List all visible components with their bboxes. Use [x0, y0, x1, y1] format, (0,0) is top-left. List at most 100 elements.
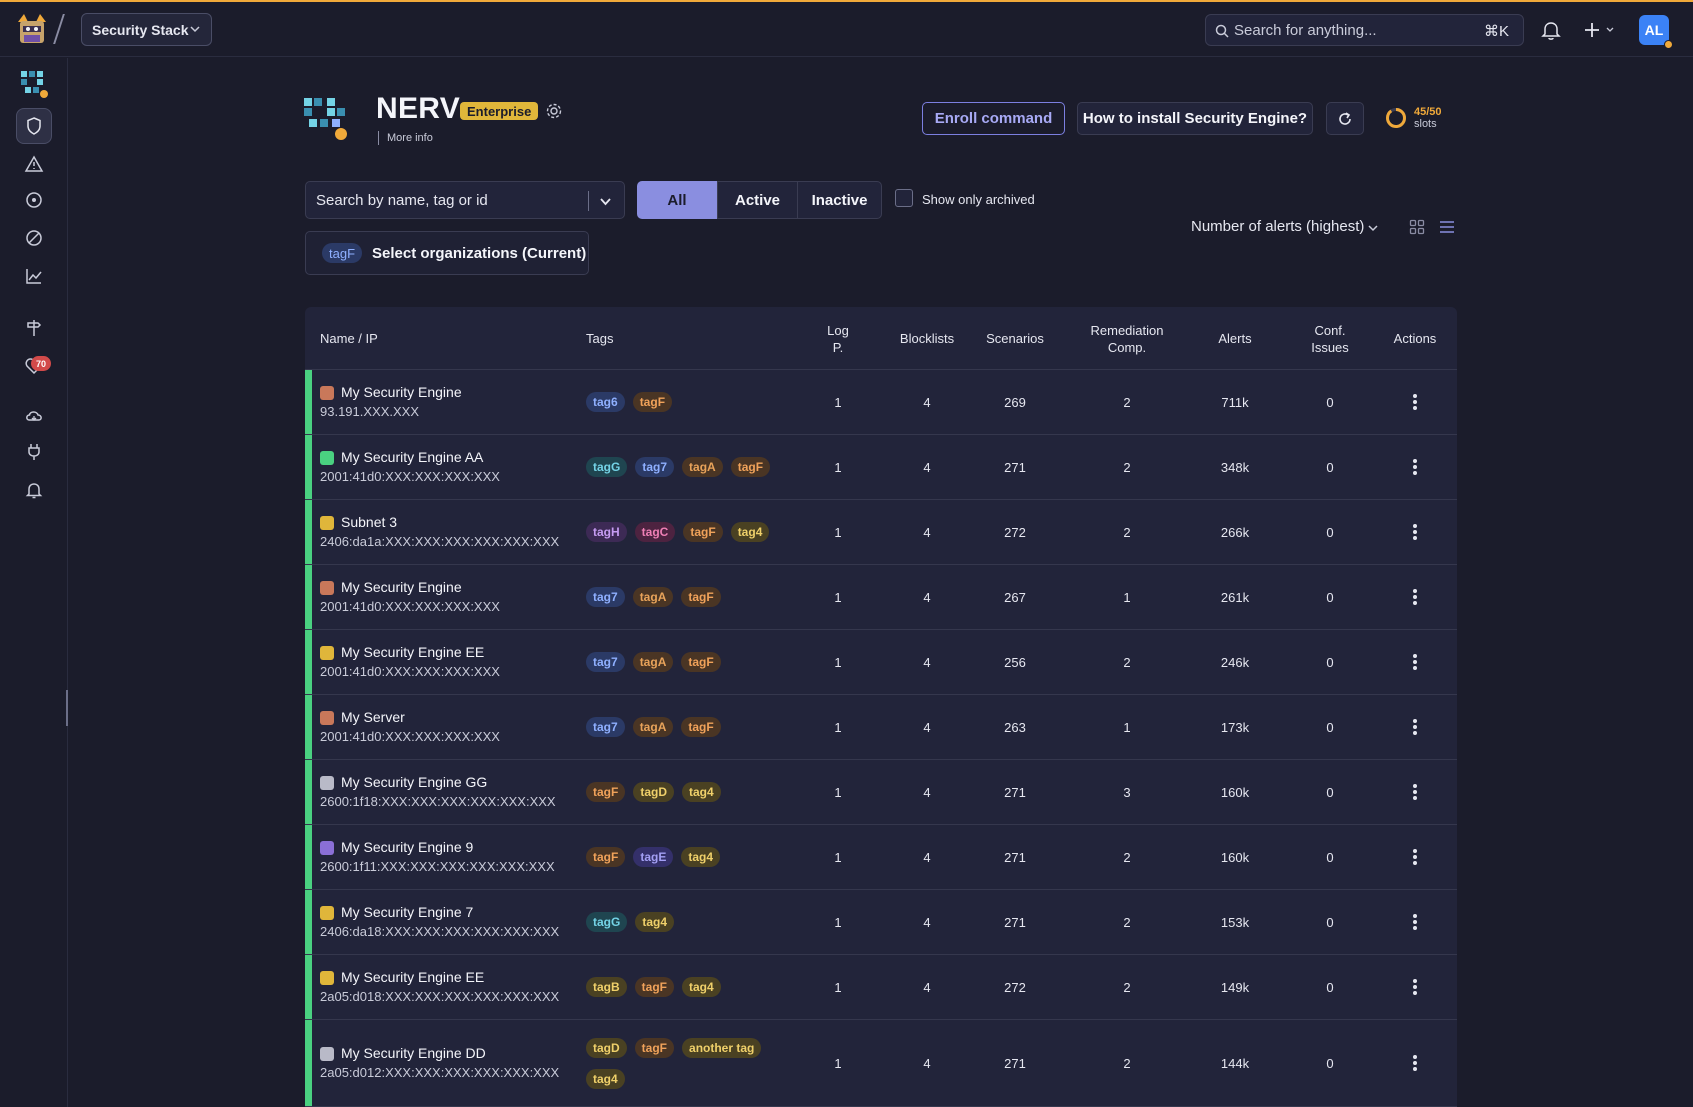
crowdsec-logo-icon[interactable]	[16, 12, 48, 46]
table-row[interactable]: My Security Engine DD 2a05:d012:XXX:XXX:X…	[305, 1020, 1457, 1107]
more-vertical-icon[interactable]	[1413, 719, 1417, 735]
table-row[interactable]: My Server 2001:41d0:XXX:XXX:XXX:XXX tag7 ta…	[305, 695, 1457, 760]
show-archived-checkbox[interactable]	[895, 189, 913, 207]
tag-badge[interactable]: tagD	[633, 782, 675, 802]
more-vertical-icon[interactable]	[1413, 914, 1417, 930]
more-info-link[interactable]: More info	[378, 131, 433, 145]
tag-badge[interactable]: tag7	[635, 457, 675, 477]
sidebar-item-routing[interactable]	[16, 310, 52, 346]
stack-selector[interactable]: Security Stack	[81, 13, 212, 46]
tag-badge[interactable]: tag7	[586, 587, 625, 607]
tag-badge[interactable]: tagB	[586, 977, 627, 997]
table-row[interactable]: My Security Engine 2001:41d0:XXX:XXX:XXX:…	[305, 565, 1457, 630]
bell-icon[interactable]	[1540, 19, 1562, 41]
tag-badge[interactable]: tagG	[586, 457, 628, 477]
tag-badge[interactable]: tagF	[632, 392, 673, 412]
more-vertical-icon[interactable]	[1413, 979, 1417, 995]
filter-active-button[interactable]: Active	[717, 181, 798, 219]
engine-name-cell[interactable]: Subnet 3 2406:da1a:XXX:XXX:XXX:XXX:XXX:XX…	[320, 500, 559, 564]
install-guide-button[interactable]: How to install Security Engine?	[1077, 102, 1313, 135]
table-row[interactable]: My Security Engine EE 2a05:d018:XXX:XXX:X…	[305, 955, 1457, 1020]
tag-badge[interactable]: tagC	[634, 522, 676, 542]
sidebar-resize-handle[interactable]	[66, 690, 68, 726]
list-view-icon[interactable]	[1439, 219, 1455, 235]
engine-name-cell[interactable]: My Server 2001:41d0:XXX:XXX:XXX:XXX	[320, 695, 500, 759]
tag-badge[interactable]: tag4	[682, 782, 721, 802]
tag-badge[interactable]: tagA	[632, 652, 674, 672]
grid-view-icon[interactable]	[1409, 219, 1425, 235]
sidebar-item-integrations[interactable]	[16, 434, 52, 470]
table-row[interactable]: My Security Engine EE 2001:41d0:XXX:XXX:X…	[305, 630, 1457, 695]
tag-badge[interactable]: tagF	[730, 457, 771, 477]
engine-name-cell[interactable]: My Security Engine EE 2001:41d0:XXX:XXX:X…	[320, 630, 500, 694]
filter-all-button[interactable]: All	[637, 181, 717, 219]
tag-badge[interactable]: tag6	[586, 392, 625, 412]
more-vertical-icon[interactable]	[1413, 849, 1417, 865]
sort-selector[interactable]: Number of alerts (highest)	[1191, 218, 1364, 235]
sidebar-item-blocklists[interactable]	[16, 220, 52, 256]
filter-inactive-button[interactable]: Inactive	[797, 181, 882, 219]
gear-icon[interactable]	[545, 102, 563, 120]
tag-badge[interactable]: tag4	[730, 522, 770, 542]
refresh-button[interactable]	[1326, 102, 1364, 135]
sidebar-item-analytics[interactable]	[16, 258, 52, 294]
tag-badge[interactable]: tagH	[586, 522, 627, 542]
tag-badge[interactable]: tagF	[681, 652, 721, 672]
more-vertical-icon[interactable]	[1413, 394, 1417, 410]
table-row[interactable]: My Security Engine 93.191.XXX.XXX tag6 tagF…	[305, 370, 1457, 435]
tag-badge[interactable]: tagF	[634, 1037, 675, 1058]
organization-selector[interactable]: tagF Select organizations (Current)	[305, 231, 589, 275]
tag-badge[interactable]: tag7	[586, 717, 625, 737]
tag-badge[interactable]: another tag	[682, 1037, 762, 1058]
tag-badge[interactable]: tag4	[586, 1068, 625, 1089]
tag-badge[interactable]: tagD	[586, 1037, 627, 1058]
more-vertical-icon[interactable]	[1413, 524, 1417, 540]
global-search-input[interactable]: Search for anything... ⌘K	[1205, 14, 1524, 46]
enroll-command-button[interactable]: Enroll command	[922, 102, 1065, 135]
column-header-name[interactable]: Name / IP	[320, 307, 378, 370]
engine-name-cell[interactable]: My Security Engine GG 2600:1f18:XXX:XXX:X…	[320, 760, 556, 824]
table-row[interactable]: Subnet 3 2406:da1a:XXX:XXX:XXX:XXX:XXX:XX…	[305, 500, 1457, 565]
tag-badge[interactable]: tagE	[633, 847, 674, 867]
sidebar-item-alerts[interactable]	[16, 146, 52, 182]
tag-badge[interactable]: tagF	[634, 977, 675, 997]
engine-name-cell[interactable]: My Security Engine AA 2001:41d0:XXX:XXX:X…	[320, 435, 500, 499]
more-vertical-icon[interactable]	[1413, 589, 1417, 605]
chevron-down-icon[interactable]	[599, 195, 612, 208]
tag-badge[interactable]: tag4	[682, 977, 721, 997]
tag-badge[interactable]: tagA	[632, 587, 674, 607]
more-vertical-icon[interactable]	[1413, 654, 1417, 670]
create-menu-icon[interactable]	[1582, 20, 1622, 40]
more-vertical-icon[interactable]	[1413, 459, 1417, 475]
tag-badge[interactable]: tag7	[586, 652, 625, 672]
engine-name-cell[interactable]: My Security Engine 93.191.XXX.XXX	[320, 370, 462, 434]
table-row[interactable]: My Security Engine GG 2600:1f18:XXX:XXX:X…	[305, 760, 1457, 825]
tag-badge[interactable]: tag4	[681, 847, 721, 867]
more-vertical-icon[interactable]	[1413, 1055, 1417, 1071]
tag-badge[interactable]: tagF	[586, 782, 626, 802]
sidebar-item-scenarios[interactable]	[16, 182, 52, 218]
table-row[interactable]: My Security Engine AA 2001:41d0:XXX:XXX:X…	[305, 435, 1457, 500]
column-header-config-issues[interactable]: Conf. Issues	[1305, 307, 1355, 370]
sidebar-item-cloud[interactable]	[16, 398, 52, 434]
tag-badge[interactable]: tagG	[586, 912, 628, 932]
column-header-log-processors[interactable]: Log P.	[823, 307, 853, 370]
tag-badge[interactable]: tagA	[632, 717, 674, 737]
column-header-remediation[interactable]: Remediation Comp.	[1079, 307, 1175, 370]
tag-badge[interactable]: tag4	[635, 912, 675, 932]
column-header-blocklists[interactable]: Blocklists	[887, 307, 967, 370]
chevron-down-icon[interactable]	[1367, 222, 1379, 234]
user-avatar[interactable]: AL	[1639, 15, 1673, 49]
tag-badge[interactable]: tagA	[682, 457, 723, 477]
engine-name-cell[interactable]: My Security Engine DD 2a05:d012:XXX:XXX:X…	[320, 1020, 559, 1106]
tag-badge[interactable]: tagF	[681, 717, 721, 737]
tag-badge[interactable]: tagF	[586, 847, 626, 867]
engine-name-cell[interactable]: My Security Engine 2001:41d0:XXX:XXX:XXX:…	[320, 565, 500, 629]
engine-name-cell[interactable]: My Security Engine 7 2406:da18:XXX:XXX:XX…	[320, 890, 559, 954]
tag-badge[interactable]: tagF	[683, 522, 723, 542]
engine-name-cell[interactable]: My Security Engine EE 2a05:d018:XXX:XXX:X…	[320, 955, 559, 1019]
engine-search-input[interactable]: Search by name, tag or id	[305, 181, 625, 219]
column-header-scenarios[interactable]: Scenarios	[975, 307, 1055, 370]
column-header-alerts[interactable]: Alerts	[1195, 307, 1275, 370]
engine-name-cell[interactable]: My Security Engine 9 2600:1f11:XXX:XXX:XX…	[320, 825, 555, 889]
